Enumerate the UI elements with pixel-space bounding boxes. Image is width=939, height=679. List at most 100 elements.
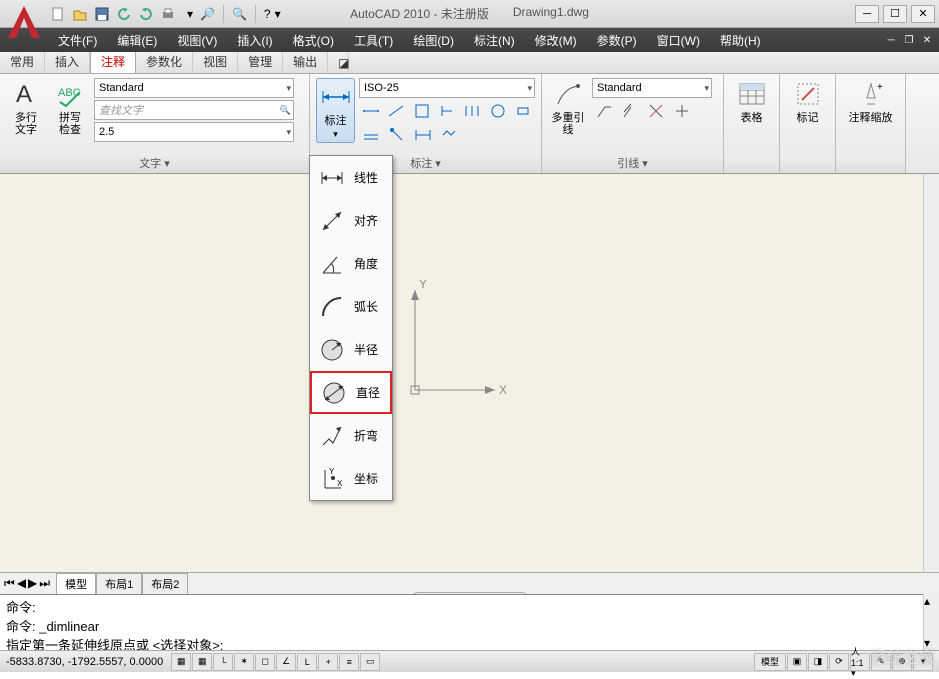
leader-tool-3[interactable] xyxy=(644,100,668,122)
save-icon[interactable] xyxy=(92,4,112,24)
layout-tab-model[interactable]: 模型 xyxy=(56,573,96,594)
text-style-combo[interactable]: Standard▾ xyxy=(94,78,294,98)
vertical-scrollbar[interactable] xyxy=(923,174,939,572)
dim-tool-5[interactable] xyxy=(461,100,484,122)
dim-tool-6[interactable] xyxy=(486,100,509,122)
panel-title-text[interactable]: 文字 ▾ xyxy=(0,153,309,173)
tab-view[interactable]: 视图 xyxy=(193,50,238,73)
qat-dropdown-icon[interactable]: ▾ xyxy=(180,4,200,24)
sb-annoscale-icon[interactable]: 人 1:1 ▾ xyxy=(850,653,870,671)
command-window[interactable]: 命令: 命令: _dimlinear 指定第一条延伸线原点或 <选择对象>: xyxy=(0,594,939,650)
sb-otrack-icon[interactable]: ∠ xyxy=(276,653,296,671)
dd-linear[interactable]: 线性 xyxy=(310,156,392,199)
leader-style-combo[interactable]: Standard▾ xyxy=(592,78,712,98)
tab-manage[interactable]: 管理 xyxy=(238,50,283,73)
dd-aligned[interactable]: 对齐 xyxy=(310,199,392,242)
menu-edit[interactable]: 编辑(E) xyxy=(107,29,167,52)
dim-tool-1[interactable] xyxy=(359,100,382,122)
dim-tool-10[interactable] xyxy=(411,124,435,146)
menu-modify[interactable]: 修改(M) xyxy=(525,29,587,52)
dim-tool-7[interactable] xyxy=(512,100,535,122)
tab-parametric[interactable]: 参数化 xyxy=(136,50,193,73)
help-icon[interactable]: ? xyxy=(264,7,271,21)
menu-parametric[interactable]: 参数(P) xyxy=(587,29,647,52)
sb-r2-icon[interactable]: ◨ xyxy=(808,653,828,671)
tab-output[interactable]: 输出 xyxy=(283,50,328,73)
markup-button[interactable]: 标记 xyxy=(788,78,828,124)
layout-tab-1[interactable]: 布局1 xyxy=(96,573,142,594)
tab-annotate[interactable]: 注释 xyxy=(90,49,136,73)
sb-lwt-icon[interactable]: ≡ xyxy=(339,653,359,671)
layout-nav-first-icon[interactable]: ⏮ xyxy=(4,576,15,591)
layout-nav-next-icon[interactable]: ▶ xyxy=(28,576,37,591)
menu-format[interactable]: 格式(O) xyxy=(283,29,344,52)
minimize-button[interactable]: ─ xyxy=(855,5,879,23)
drawing-canvas[interactable]: Y X xyxy=(0,174,939,572)
new-icon[interactable] xyxy=(48,4,68,24)
spellcheck-button[interactable]: ABC 拼写 检查 xyxy=(50,78,90,136)
sb-qp-icon[interactable]: ▭ xyxy=(360,653,380,671)
sb-dyn-icon[interactable]: + xyxy=(318,653,338,671)
menu-insert[interactable]: 插入(I) xyxy=(227,29,282,52)
app-logo[interactable] xyxy=(4,2,44,42)
layout-tab-2[interactable]: 布局2 xyxy=(142,573,188,594)
tab-insert[interactable]: 插入 xyxy=(45,50,90,73)
dd-angular[interactable]: 角度 xyxy=(310,242,392,285)
find-text-input[interactable]: 查找文字🔍 xyxy=(94,100,294,120)
sb-r3-icon[interactable]: ⟳ xyxy=(829,653,849,671)
sb-polar-icon[interactable]: ✶ xyxy=(234,653,254,671)
menu-draw[interactable]: 绘图(D) xyxy=(403,29,464,52)
menu-dimension[interactable]: 标注(N) xyxy=(464,29,525,52)
sb-grid-icon[interactable]: ▦ xyxy=(192,653,212,671)
dd-jogged[interactable]: 折弯 xyxy=(310,414,392,457)
dimension-split-button[interactable]: 标注 ▾ xyxy=(316,78,355,143)
layout-nav-prev-icon[interactable]: ◀ xyxy=(17,576,26,591)
menu-window[interactable]: 窗口(W) xyxy=(647,29,710,52)
print-icon[interactable] xyxy=(158,4,178,24)
dim-tool-2[interactable] xyxy=(384,100,407,122)
dim-tool-4[interactable] xyxy=(435,100,458,122)
open-icon[interactable] xyxy=(70,4,90,24)
dd-arc[interactable]: 弧长 xyxy=(310,285,392,328)
sb-snap-icon[interactable]: ▦ xyxy=(171,653,191,671)
anno-scale-button[interactable]: + 注释缩放 xyxy=(842,78,899,124)
table-button[interactable]: 表格 xyxy=(732,78,772,124)
mtext-button[interactable]: A 多行 文字 xyxy=(6,78,46,136)
infocenter-arrow-icon[interactable]: ▾ xyxy=(275,7,281,21)
doc-close-button[interactable]: ✕ xyxy=(919,33,935,47)
binoculars-icon[interactable]: 🔎 xyxy=(200,7,215,21)
mleader-button[interactable]: 多重引线 xyxy=(548,78,588,136)
sb-ducs-icon[interactable]: L xyxy=(297,653,317,671)
dd-radius[interactable]: 半径 xyxy=(310,328,392,371)
dim-tool-3[interactable] xyxy=(410,100,433,122)
doc-restore-button[interactable]: ❐ xyxy=(901,33,917,47)
menu-help[interactable]: 帮助(H) xyxy=(710,29,771,52)
panel-title-leader[interactable]: 引线 ▾ xyxy=(542,153,723,173)
undo-icon[interactable] xyxy=(114,4,134,24)
menu-tools[interactable]: 工具(T) xyxy=(344,29,403,52)
dd-diameter[interactable]: 直径 xyxy=(310,371,392,414)
menu-file[interactable]: 文件(F) xyxy=(48,29,107,52)
tab-extra-icon[interactable]: ◪ xyxy=(328,53,349,73)
sb-r1-icon[interactable]: ▣ xyxy=(787,653,807,671)
dim-tool-9[interactable] xyxy=(385,124,409,146)
dd-ordinate[interactable]: YX坐标 xyxy=(310,457,392,500)
leader-tool-1[interactable] xyxy=(592,100,616,122)
redo-icon[interactable] xyxy=(136,4,156,24)
text-height-combo[interactable]: 2.5▾ xyxy=(94,122,294,142)
dim-tool-8[interactable] xyxy=(359,124,383,146)
close-button[interactable]: ✕ xyxy=(911,5,935,23)
layout-nav-last-icon[interactable]: ⏭ xyxy=(39,576,50,591)
sb-model-button[interactable]: 模型 xyxy=(754,653,786,671)
leader-tool-2[interactable] xyxy=(618,100,642,122)
key-icon[interactable]: 🔍 xyxy=(232,7,247,21)
tab-home[interactable]: 常用 xyxy=(0,50,45,73)
dim-style-combo[interactable]: ISO-25▾ xyxy=(359,78,535,98)
dim-tool-11[interactable] xyxy=(437,124,461,146)
doc-minimize-button[interactable]: ─ xyxy=(883,33,899,47)
sb-osnap-icon[interactable]: ◻ xyxy=(255,653,275,671)
maximize-button[interactable]: ☐ xyxy=(883,5,907,23)
cmd-scrollbar[interactable]: ▴▾ xyxy=(923,594,939,650)
leader-tool-4[interactable] xyxy=(670,100,694,122)
sb-ortho-icon[interactable]: └ xyxy=(213,653,233,671)
